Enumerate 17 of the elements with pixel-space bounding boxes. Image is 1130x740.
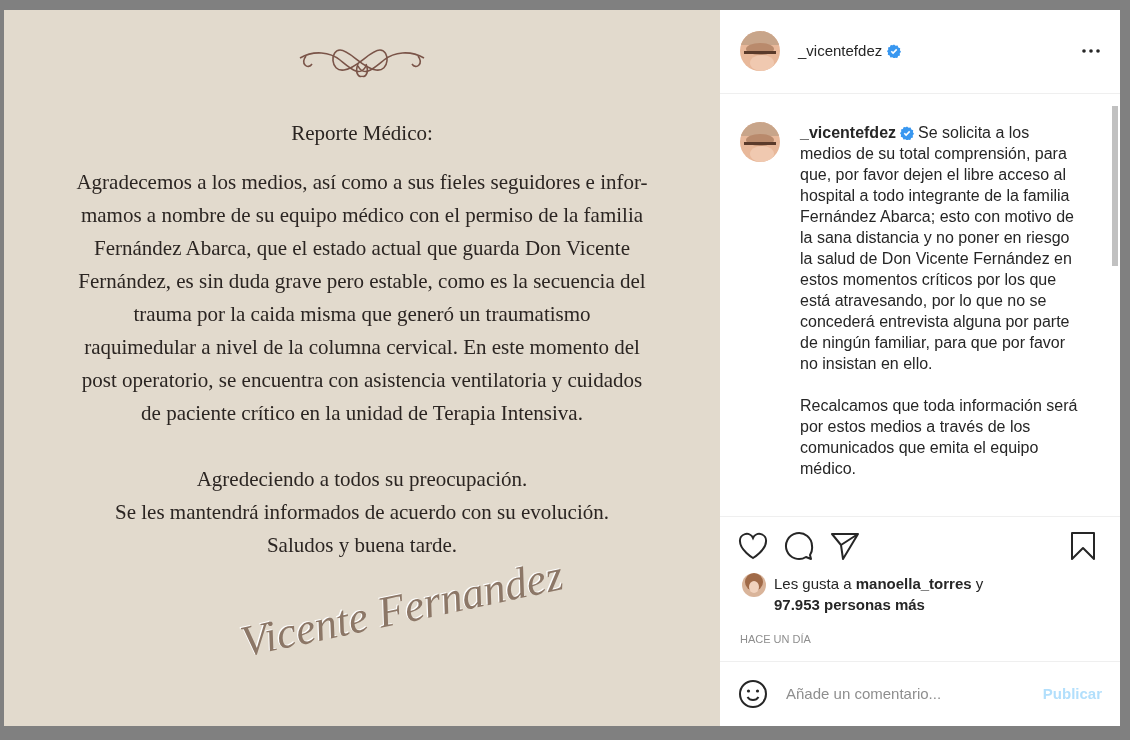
timestamp: HACE UN DÍA [739,632,812,648]
likes-text: Les gusta a manoella_torres y 97.953 personas más [774,574,985,616]
comment-field[interactable]: Añade un comentario... [786,682,1043,706]
comment-icon[interactable] [784,531,814,562]
document-paragraph: Agradecemos a los medios, así como a sus fieles seguidores e infor- mamos a nombre de su equipo médico con el permiso de la familia Fernández Abarca, que el estado actual que guarda Don Vicente Fernández, es sin duda grave pero estable, como es la secuencia del trauma por la caida misma que generó un traumatismo raquimedular a nivel de la columna cervical. En este momento del post operatorio, se encuentra con asistencia ventilatoria y cuidados de paciente crítico en la unidad de Terapia Intensiva. [76,168,648,427]
caption-text: _vicentefdez Se solicita a los medios de su total comprensión, para que, por favor dejen el libre acceso al hospital a todo integrante de la familia Fernández Abarca; esto con motivo de la sana distancia y no poner en riesgo la salud de Don Vicente Fernández en estos momentos críticos por los que está atravesando, por lo que no se concederá entrevista alguna por parte de ningún familiar, para que por favor no insistan en ello. [800,122,1075,374]
bookmark-icon[interactable] [1070,531,1096,562]
more-options-icon[interactable] [1082,49,1100,54]
share-icon[interactable] [830,532,860,561]
scrollbar[interactable] [1112,105,1118,266]
document-title: Reporte Médico: [291,120,433,147]
username-link[interactable]: _vicentefdez [798,40,883,63]
caption-text: Recalcamos que toda información será por estos medios a través de los comunicados que emita el equipo médico. [800,395,1079,479]
emoji-icon[interactable] [738,678,768,709]
username-link[interactable]: _vicentefdez [800,123,897,141]
heart-icon[interactable] [738,532,768,561]
document-closing: Agredeciendo a todos su preocupación. Se les mantendrá informados de acuerdo con su evolución. Saludos y buena tarde. [115,465,609,559]
